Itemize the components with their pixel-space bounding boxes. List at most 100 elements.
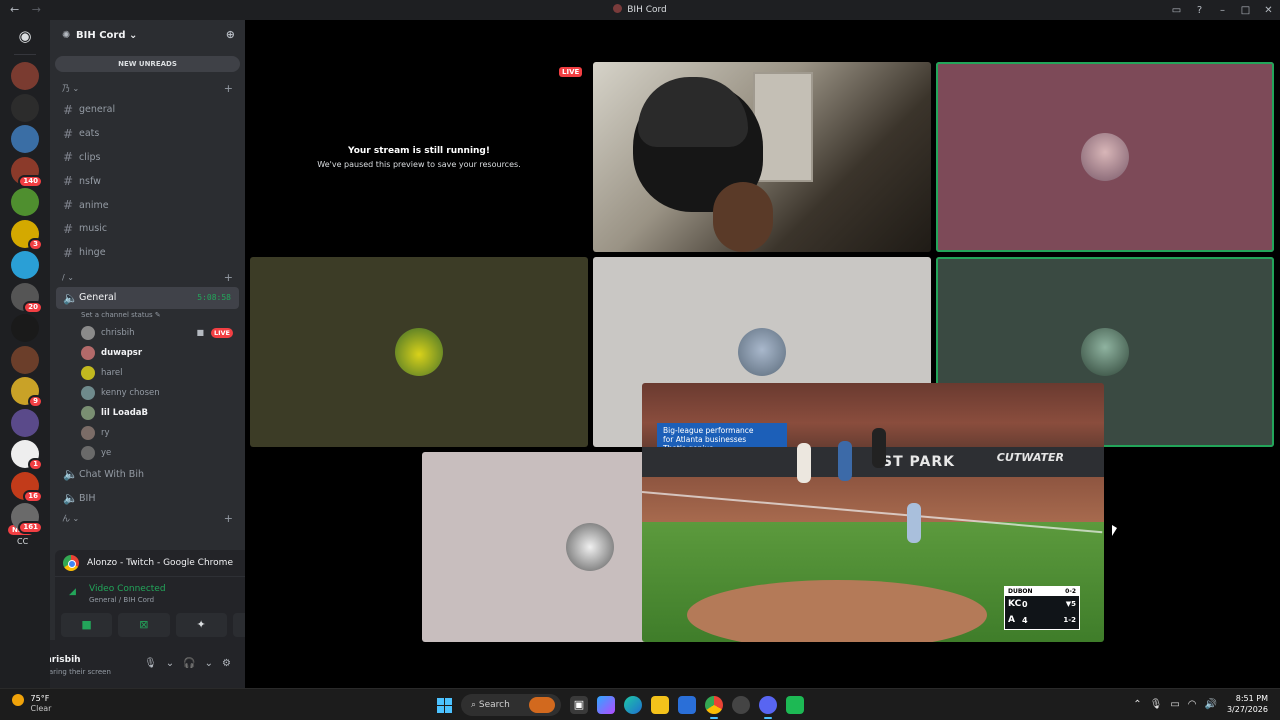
microphone-icon[interactable]: 🎙 <box>144 658 157 669</box>
discord-home-icon[interactable]: ◉ <box>11 22 39 50</box>
category-header[interactable]: ん ⌄ + <box>50 510 245 528</box>
voice-user-name: chrisbih <box>101 327 135 338</box>
scoreboard-row: KC 0 ▼5 <box>1005 596 1079 612</box>
taskbar-search[interactable]: ⌕ Search <box>461 694 561 716</box>
taskbar-apps: ⌕ Search ▣ <box>437 694 804 719</box>
user-name[interactable]: chrisbih <box>50 655 81 665</box>
user-panel: chrisbih Sharing their screen 🎙 ⌄ 🎧 ⌄ ⚙ <box>50 640 245 688</box>
soundboard-button[interactable]: ♫ <box>232 613 245 637</box>
microphone-tray-icon[interactable]: 🎙 <box>1150 699 1163 710</box>
chrome-taskbar-icon[interactable] <box>705 696 723 719</box>
avatar <box>81 445 95 460</box>
help-icon[interactable]: ? <box>1188 5 1211 16</box>
minimize-button[interactable]: – <box>1211 5 1234 16</box>
voice-user[interactable]: kenny chosen <box>50 383 245 403</box>
paused-stream-tile[interactable]: Your stream is still running! We've paus… <box>250 62 588 252</box>
activities-button[interactable]: ✦ <box>175 613 227 637</box>
camera-button[interactable]: ■ <box>61 613 113 637</box>
invite-people-icon[interactable]: ⊕ <box>226 28 235 41</box>
text-channel-music[interactable]: # music <box>50 217 245 241</box>
chevron-down-icon[interactable]: ⌄ <box>166 658 174 669</box>
steam-icon[interactable] <box>732 696 750 714</box>
create-channel-icon[interactable]: + <box>224 80 233 98</box>
user-status: Sharing their screen <box>50 668 111 676</box>
server-icon[interactable]: 1 <box>11 440 43 471</box>
voice-stage: Your stream is still running! We've paus… <box>245 20 1280 688</box>
app-icon[interactable] <box>786 696 804 714</box>
server-icon[interactable]: 16 <box>11 471 43 503</box>
chevron-down-icon[interactable]: ⌄ <box>205 658 213 669</box>
discord-taskbar-icon[interactable] <box>759 696 777 719</box>
copilot-icon[interactable] <box>597 696 615 714</box>
close-button[interactable]: ✕ <box>1257 5 1280 16</box>
text-channel-eats[interactable]: # eats <box>50 122 245 146</box>
avatar <box>81 405 95 420</box>
clock[interactable]: 8:51 PM 3/27/2026 <box>1227 693 1268 715</box>
voice-status-text[interactable]: Video Connected <box>89 584 245 594</box>
server-icon[interactable] <box>11 408 39 437</box>
server-icon[interactable] <box>11 345 39 374</box>
server-icon[interactable] <box>11 93 39 122</box>
task-view-icon[interactable]: ▣ <box>570 696 588 714</box>
voice-location[interactable]: General / BIH Cord <box>89 596 245 604</box>
text-channel-hinge[interactable]: # hinge <box>50 241 245 265</box>
inbox-icon[interactable]: ▭ <box>1165 5 1188 16</box>
server-icon[interactable] <box>11 125 39 153</box>
system-tray: ⌃ 🎙 ▭ ◠ 🔊 8:51 PM 3/27/2026 <box>1133 693 1268 715</box>
voice-user[interactable]: chrisbih ■ LIVE <box>50 323 245 343</box>
settings-gear-icon[interactable]: ⚙ <box>222 658 231 669</box>
edge-icon[interactable] <box>624 696 642 714</box>
server-icon[interactable] <box>11 314 39 342</box>
maximize-button[interactable]: □ <box>1234 5 1257 16</box>
voice-channel-bih[interactable]: 🔈 BIH <box>50 486 245 510</box>
voice-channel-general[interactable]: 🔈 General 5:08:58 <box>56 286 239 309</box>
voice-user[interactable]: ye <box>50 443 245 463</box>
display-icon[interactable]: ▭ <box>1170 699 1179 710</box>
volume-icon[interactable]: 🔊 <box>1205 699 1217 710</box>
server-icon[interactable]: 3 <box>11 219 43 251</box>
server-icon[interactable]: 20 <box>11 282 43 314</box>
new-unreads-banner[interactable]: NEW UNREADS <box>55 56 240 72</box>
create-channel-icon[interactable]: + <box>224 269 233 287</box>
server-icon[interactable] <box>11 188 39 216</box>
server-icon[interactable] <box>11 62 39 90</box>
screen-share-tile[interactable]: Big-league performance for Atlanta busin… <box>642 383 1104 642</box>
server-icon[interactable]: 161 <box>11 503 43 534</box>
voice-user[interactable]: harel <box>50 363 245 383</box>
server-icon[interactable]: 140 <box>11 156 43 188</box>
start-button-icon[interactable] <box>437 697 452 713</box>
store-icon[interactable] <box>678 696 696 714</box>
server-icon[interactable]: 9 <box>11 377 43 408</box>
screen-share-button[interactable]: ⊠ <box>118 613 170 637</box>
pitchers-mound <box>687 580 987 642</box>
webcam-tile[interactable] <box>593 62 931 252</box>
text-channel-nsfw[interactable]: # nsfw <box>50 169 245 193</box>
guild-folder-label[interactable]: CC <box>17 537 28 546</box>
signal-icon[interactable]: ◢ <box>69 587 76 597</box>
voice-user[interactable]: lil LoadaB <box>50 403 245 423</box>
text-channel-anime[interactable]: # anime <box>50 193 245 217</box>
wifi-icon[interactable]: ◠ <box>1188 699 1197 710</box>
sponsor-sign: CUTWATER <box>996 451 1064 464</box>
participant-tile[interactable] <box>250 257 588 447</box>
category-header[interactable]: / ⌄ + <box>50 269 245 287</box>
text-channel-clips[interactable]: # clips <box>50 146 245 170</box>
voice-user[interactable]: duwapsr <box>50 343 245 363</box>
server-icon[interactable] <box>11 251 39 279</box>
file-explorer-icon[interactable] <box>651 696 669 714</box>
clock-time: 8:51 PM <box>1235 694 1268 703</box>
category-header[interactable]: 乃 ⌄ + <box>50 80 245 98</box>
create-channel-icon[interactable]: + <box>224 510 233 528</box>
weather-widget[interactable]: 75°F Clear <box>12 694 51 714</box>
text-channel-general[interactable]: # general <box>50 98 245 122</box>
team-runs: 0 <box>1022 599 1028 609</box>
server-header[interactable]: ✺ BIH Cord ⌄ ⊕ <box>50 20 245 50</box>
voice-channel-chat-with-bih[interactable]: 🔈 Chat With Bih <box>50 463 245 487</box>
channel-status-input[interactable]: Set a channel status ✎ <box>50 311 245 323</box>
participant-tile-speaking[interactable] <box>936 62 1274 252</box>
stream-source-row[interactable]: Alonzo - Twitch - Google Chrome ⊠ <box>55 550 245 577</box>
headphones-icon[interactable]: 🎧 <box>183 658 195 669</box>
chevron-up-icon[interactable]: ⌃ <box>1133 699 1141 710</box>
voice-user[interactable]: ry <box>50 423 245 443</box>
voice-channel-name: General <box>79 292 117 304</box>
